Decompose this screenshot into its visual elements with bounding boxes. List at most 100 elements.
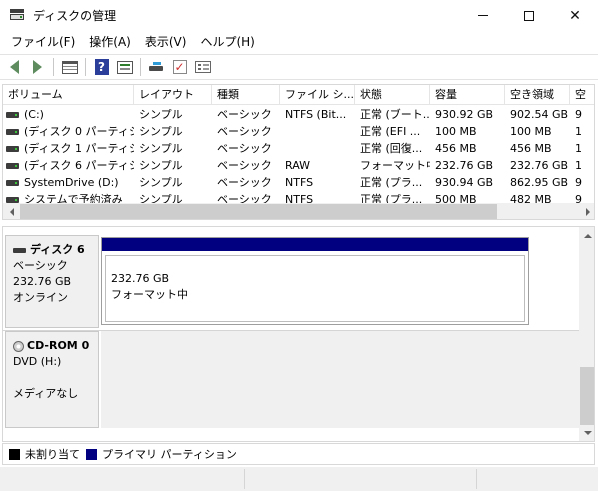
volume-type: ベーシック (217, 142, 272, 155)
table-row[interactable]: (ディスク 0 パーティシ... シンプル ベーシック 正常 (EFI ... … (3, 123, 594, 140)
menu-action[interactable]: 操作(A) (83, 32, 137, 52)
details-icon (194, 61, 211, 73)
toolbar: ? ✓ (0, 54, 598, 80)
horizontal-scroll-thumb[interactable] (20, 204, 497, 219)
primary-partition-bar (102, 238, 528, 251)
minimize-icon (478, 15, 488, 16)
volume-free-space: 862.95 GB (510, 176, 569, 189)
check-icon: ✓ (172, 60, 187, 74)
back-button[interactable] (3, 56, 26, 78)
volume-icon (6, 145, 19, 152)
table-row[interactable]: (C:) シンプル ベーシック NTFS (Bit... 正常 (ブート... … (3, 106, 594, 123)
toolbar-separator (53, 58, 54, 76)
cdrom-0-label[interactable]: CD-ROM 0 DVD (H:) メディアなし (5, 331, 99, 428)
legend-swatch-unallocated (9, 448, 20, 460)
volume-type: ベーシック (217, 125, 272, 138)
menu-help[interactable]: ヘルプ(H) (194, 32, 260, 52)
disk-icon (13, 247, 26, 253)
disk-name: CD-ROM 0 (27, 339, 90, 352)
volume-type: ベーシック (217, 176, 272, 189)
toolbar-separator (140, 58, 141, 76)
list-view-button[interactable] (58, 56, 81, 78)
column-header-type[interactable]: 種類 (212, 85, 280, 105)
volume-layout: シンプル (139, 142, 183, 155)
volume-icon (6, 111, 19, 118)
volume-free-percent: 1 (575, 125, 582, 138)
help-icon: ? (94, 59, 109, 75)
help-button[interactable]: ? (90, 56, 113, 78)
disk-type: ベーシック (13, 259, 68, 272)
volume-rows: (C:) シンプル ベーシック NTFS (Bit... 正常 (ブート... … (3, 106, 594, 208)
vertical-scroll-thumb[interactable] (580, 367, 594, 425)
table-row[interactable]: SystemDrive (D:) シンプル ベーシック NTFS 正常 (プラ.… (3, 174, 594, 191)
status-cell (244, 469, 476, 489)
scroll-left-button[interactable] (3, 203, 20, 219)
volume-icon (6, 128, 19, 135)
maximize-button[interactable] (506, 0, 552, 31)
close-icon: ✕ (569, 7, 581, 24)
scroll-right-button[interactable] (579, 203, 594, 219)
scroll-left-icon (9, 207, 14, 216)
column-header-volume[interactable]: ボリューム (3, 85, 134, 105)
volume-layout: シンプル (139, 159, 183, 172)
toolbar-separator (85, 58, 86, 76)
partition-block[interactable]: 232.76 GB フォーマット中 (101, 237, 529, 325)
volume-capacity: 930.92 GB (435, 108, 494, 121)
column-header-free-space[interactable]: 空き領域 (505, 85, 570, 105)
disk-6-label[interactable]: ディスク 6 ベーシック 232.76 GB オンライン (5, 235, 99, 328)
column-header-capacity[interactable]: 容量 (430, 85, 505, 105)
disk-management-icon (9, 8, 25, 24)
properties-button[interactable] (113, 56, 136, 78)
volume-filesystem (280, 123, 355, 140)
menu-bar: ファイル(F) 操作(A) 表示(V) ヘルプ(H) (0, 31, 598, 53)
connect-disk-button[interactable] (145, 56, 168, 78)
scroll-up-button[interactable] (579, 227, 594, 244)
volume-free-percent: 9 (575, 176, 582, 189)
volume-status: 正常 (EFI ... (360, 125, 421, 138)
table-row[interactable]: (ディスク 1 パーティシ... シンプル ベーシック 正常 (回復... 45… (3, 140, 594, 157)
volume-list-header: ボリューム レイアウト 種類 ファイル シ... 状態 容量 空き領域 空 (3, 85, 594, 105)
volume-type: ベーシック (217, 159, 272, 172)
scroll-down-button[interactable] (579, 424, 594, 441)
legend-label-primary: プライマリ パーティション (102, 448, 237, 461)
close-button[interactable]: ✕ (552, 0, 598, 31)
menu-file[interactable]: ファイル(F) (5, 32, 81, 52)
column-header-status[interactable]: 状態 (355, 85, 430, 105)
volume-free-percent: 9 (575, 108, 582, 121)
volume-type: ベーシック (217, 108, 272, 121)
details-button[interactable] (191, 56, 214, 78)
volume-capacity: 100 MB (435, 125, 477, 138)
list-view-icon (61, 60, 78, 74)
legend-label-unallocated: 未割り当て (25, 448, 80, 461)
partition-size: 232.76 GB (111, 272, 170, 285)
volume-filesystem: RAW (285, 159, 310, 172)
volume-layout: シンプル (139, 108, 183, 121)
column-header-free-percent[interactable]: 空 (570, 85, 594, 105)
disk-icon (148, 62, 165, 72)
column-header-filesystem[interactable]: ファイル シ... (280, 85, 355, 105)
cd-rom-icon (13, 340, 24, 352)
title-bar: ディスクの管理 ✕ (0, 0, 598, 31)
volume-name: (ディスク 6 パーティシ... (24, 159, 134, 172)
volume-status: 正常 (ブート... (360, 108, 430, 121)
minimize-button[interactable] (460, 0, 506, 31)
forward-button[interactable] (26, 56, 49, 78)
horizontal-scrollbar[interactable] (3, 203, 594, 219)
volume-free-percent: 1 (575, 159, 582, 172)
volume-filesystem: NTFS (285, 176, 314, 189)
column-header-layout[interactable]: レイアウト (134, 85, 212, 105)
status-cell (476, 469, 596, 489)
volume-free-space: 100 MB (510, 125, 552, 138)
vertical-scrollbar[interactable] (579, 227, 594, 441)
disk-status: オンライン (13, 291, 68, 304)
maximize-icon (524, 10, 534, 21)
disk-type: DVD (H:) (13, 355, 62, 368)
volume-status: 正常 (回復... (360, 142, 423, 155)
table-row[interactable]: (ディスク 6 パーティシ... シンプル ベーシック RAW フォーマット中 … (3, 157, 594, 174)
status-cell (2, 469, 244, 489)
partition-info: 232.76 GB フォーマット中 (105, 255, 525, 322)
partition-status: フォーマット中 (111, 288, 188, 301)
menu-view[interactable]: 表示(V) (139, 32, 193, 52)
volume-icon (6, 162, 19, 169)
check-button[interactable]: ✓ (168, 56, 191, 78)
